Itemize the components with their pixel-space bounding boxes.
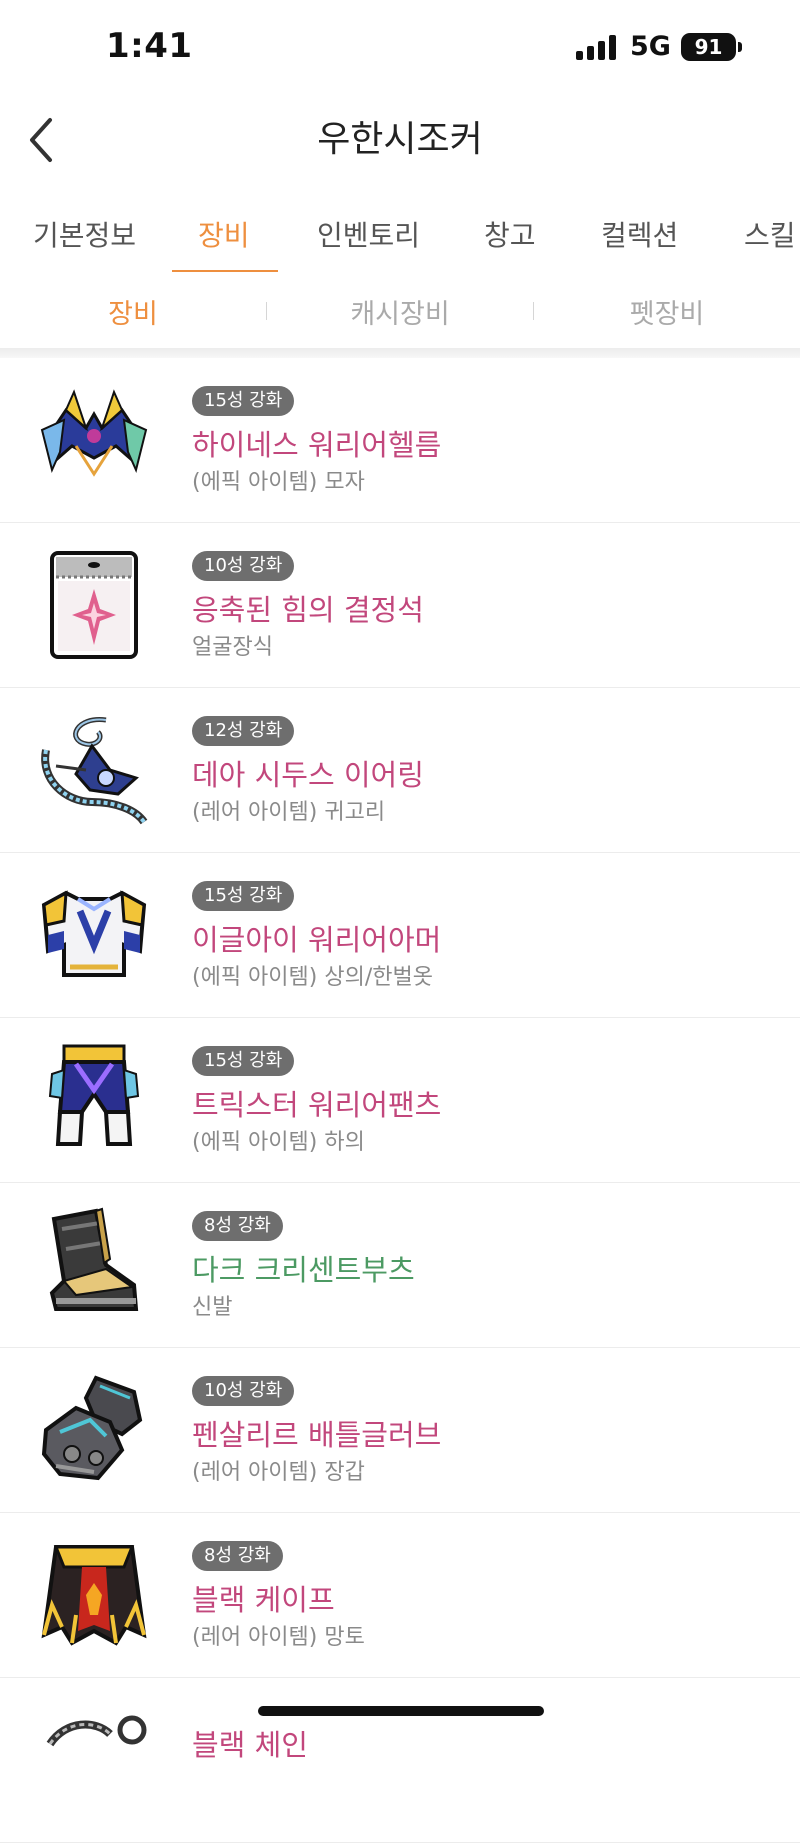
list-item[interactable]: 10성 강화 펜살리르 배틀글러브 (레어 아이템) 장갑 [0,1348,800,1513]
status-time: 1:41 [106,26,193,66]
subtab-equipment[interactable]: 장비 [0,292,266,331]
list-item[interactable]: 15성 강화 하이네스 워리어헬름 (에픽 아이템) 모자 [0,358,800,523]
helmet-icon [36,380,152,496]
item-type: (레어 아이템) 망토 [192,1625,365,1650]
list-item[interactable]: 8성 강화 다크 크리센트부츠 신발 [0,1183,800,1348]
pants-icon [36,1040,152,1156]
item-type: (에픽 아이템) 모자 [192,470,365,495]
equipment-list: 15성 강화 하이네스 워리어헬름 (에픽 아이템) 모자 10성 강화 응축된… [0,358,800,1843]
item-name: 블랙 케이프 [192,1583,335,1617]
main-tab-bar: 기본정보 장비 인벤토리 창고 컬렉션 스킬 [0,196,800,274]
cape-icon [36,1535,152,1651]
crystal-card-icon [36,545,152,661]
enhancement-badge: 15성 강화 [192,881,295,911]
tab-skill[interactable]: 스킬 [744,214,796,254]
page-title: 우한시조커 [317,119,483,160]
enhancement-badge: 15성 강화 [192,386,295,416]
gloves-icon [36,1370,152,1486]
section-divider [0,348,800,358]
list-item[interactable]: 15성 강화 이글아이 워리어아머 (에픽 아이템) 상의/한벌옷 [0,853,800,1018]
chain-icon [36,1700,152,1816]
list-item[interactable]: 8성 강화 블랙 케이프 (레어 아이템) 망토 [0,1513,800,1678]
tab-equipment[interactable]: 장비 [198,214,250,254]
item-type: (레어 아이템) 귀고리 [192,800,386,825]
armor-icon [36,875,152,991]
battery-icon: 91 [681,33,736,61]
item-name: 응축된 힘의 결정석 [192,593,424,627]
item-name: 이글아이 워리어아머 [192,923,442,957]
item-name: 펜살리르 배틀글러브 [192,1418,442,1452]
item-name: 하이네스 워리어헬름 [192,428,442,462]
item-name: 다크 크리센트부츠 [192,1253,415,1287]
item-type: 얼굴장식 [192,635,273,660]
item-type: (에픽 아이템) 상의/한벌옷 [192,965,433,990]
item-type: (레어 아이템) 장갑 [192,1460,365,1485]
item-name: 트릭스터 워리어팬츠 [192,1088,442,1122]
item-name: 블랙 체인 [192,1728,308,1762]
subtab-pet-equipment[interactable]: 펫장비 [534,292,800,331]
boots-icon [36,1205,152,1321]
enhancement-badge: 8성 강화 [192,1211,283,1241]
list-item[interactable]: 블랙 체인 [0,1678,800,1843]
tab-basic-info[interactable]: 기본정보 [33,214,136,254]
subtab-cash-equipment[interactable]: 캐시장비 [267,292,533,331]
item-name: 데아 시두스 이어링 [192,758,424,792]
list-item[interactable]: 15성 강화 트릭스터 워리어팬츠 (에픽 아이템) 하의 [0,1018,800,1183]
status-bar: 1:41 5G 91 [0,0,800,96]
home-indicator [258,1706,544,1716]
signal-icon [576,34,618,60]
list-item[interactable]: 10성 강화 응축된 힘의 결정석 얼굴장식 [0,523,800,688]
enhancement-badge: 15성 강화 [192,1046,295,1076]
item-type: (에픽 아이템) 하의 [192,1130,365,1155]
enhancement-badge: 12성 강화 [192,716,295,746]
list-item[interactable]: 12성 강화 데아 시두스 이어링 (레어 아이템) 귀고리 [0,688,800,853]
enhancement-badge: 8성 강화 [192,1541,283,1571]
network-type: 5G [630,31,671,62]
battery-tip [738,42,742,52]
tab-inventory[interactable]: 인벤토리 [317,214,420,254]
sub-tab-bar: 장비 캐시장비 펫장비 [0,272,800,348]
earring-icon [36,710,152,826]
item-type: 신발 [192,1295,233,1320]
tab-storage[interactable]: 창고 [484,214,536,254]
enhancement-badge: 10성 강화 [192,551,295,581]
tab-collection[interactable]: 컬렉션 [601,214,678,254]
enhancement-badge: 10성 강화 [192,1376,295,1406]
